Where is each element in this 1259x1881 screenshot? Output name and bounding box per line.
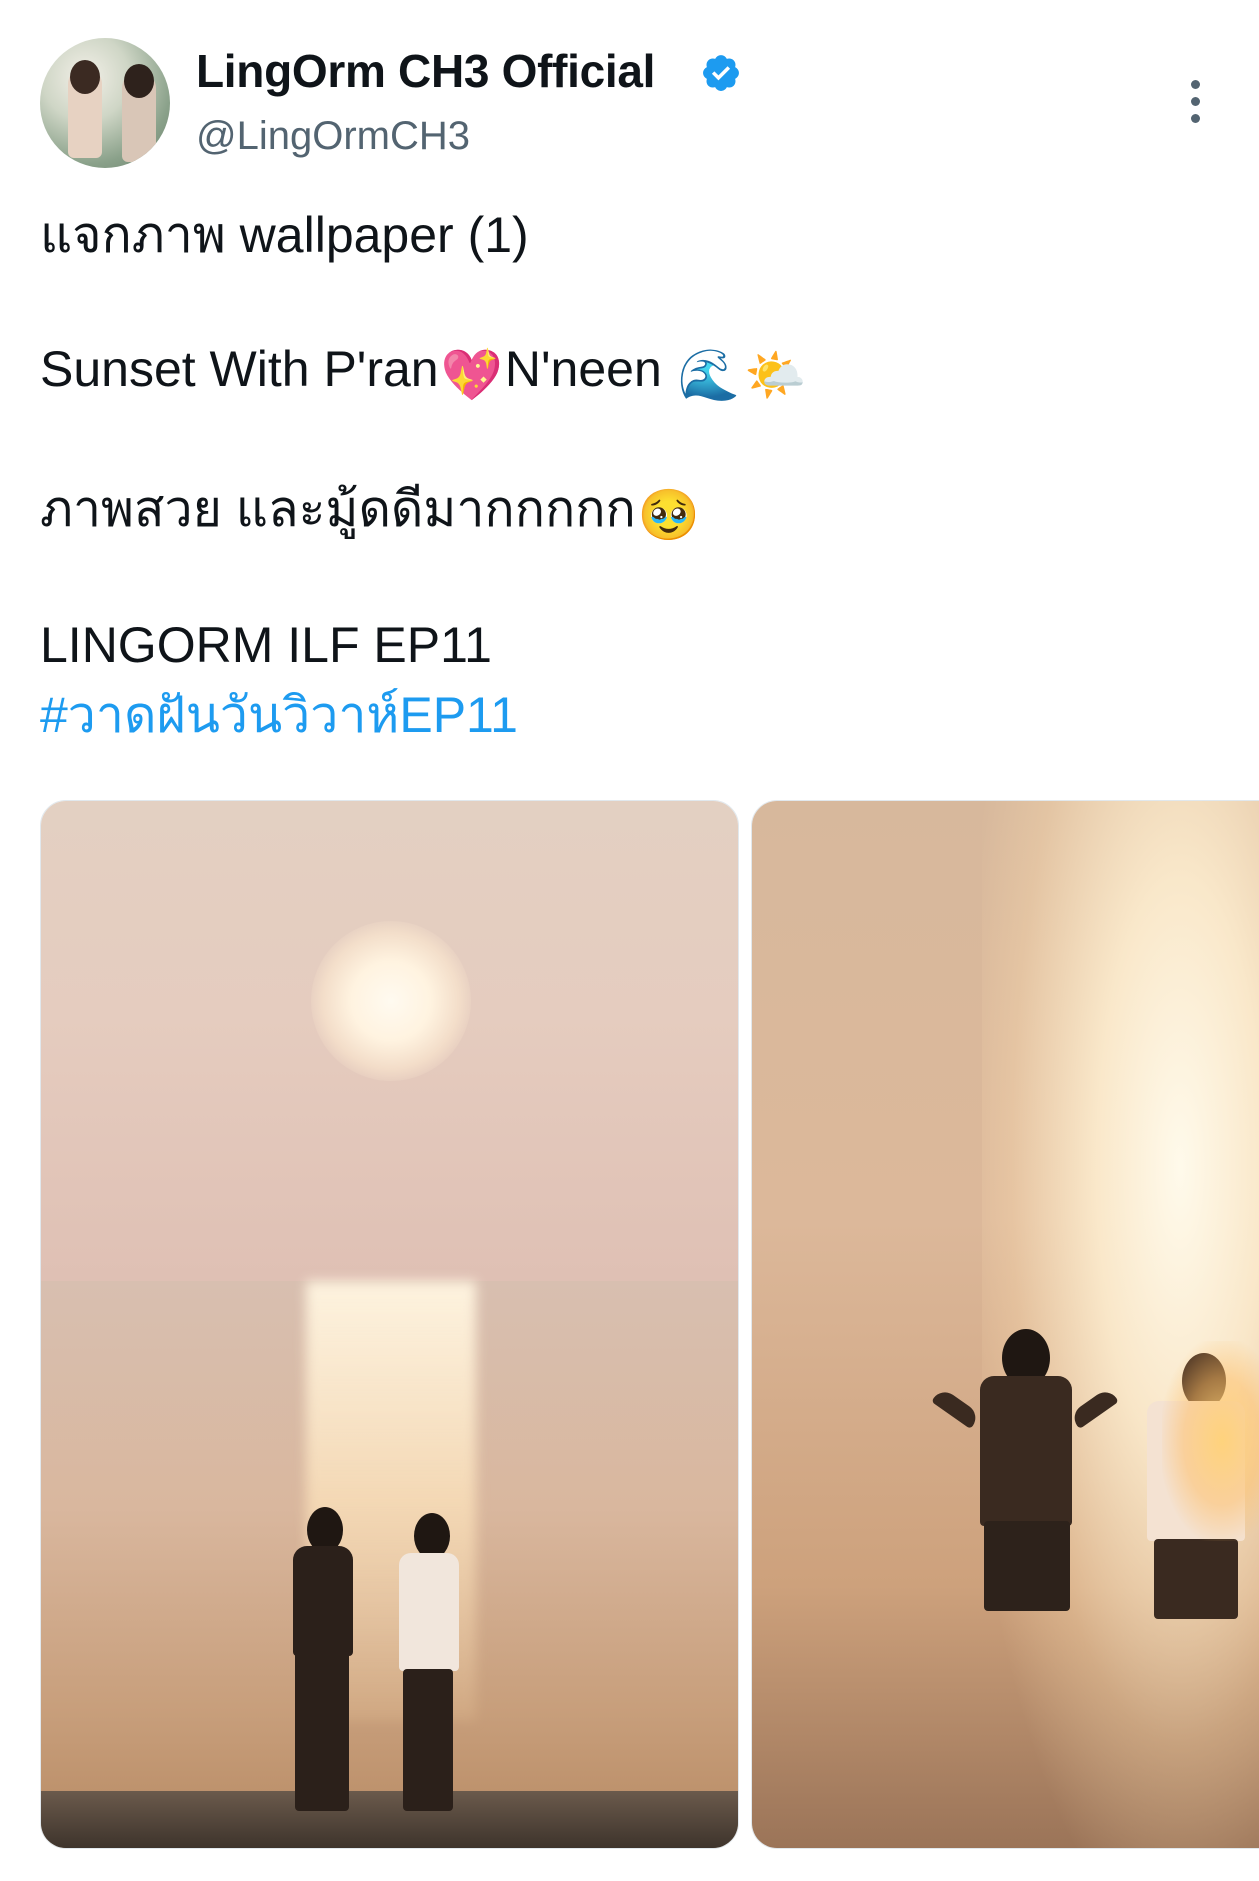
water-wave-emoji: 🌊 bbox=[677, 347, 740, 403]
verified-badge-icon bbox=[703, 55, 739, 91]
sun-behind-cloud-emoji: 🌤️ bbox=[743, 347, 807, 403]
sun-image bbox=[311, 921, 471, 1081]
tweet: LingOrm CH3 Official @LingOrmCH3 แจกภาพ … bbox=[0, 0, 1259, 1881]
holding-back-tears-emoji: 🥹 bbox=[637, 487, 701, 543]
avatar[interactable] bbox=[40, 38, 170, 168]
media-photo-1[interactable] bbox=[40, 800, 739, 1849]
hashtag-link[interactable]: #วาดฝันวันวิวาห์EP11 bbox=[40, 690, 518, 740]
more-vertical-icon bbox=[1191, 80, 1200, 89]
tweet-text-segment: N'neen bbox=[504, 341, 662, 397]
tweet-text-segment: ภาพสวย และมู้ดดีมากกกกก bbox=[40, 481, 636, 537]
display-name[interactable]: LingOrm CH3 Official bbox=[196, 44, 655, 98]
user-handle[interactable]: @LingOrmCH3 bbox=[196, 114, 470, 159]
tweet-text-line: ภาพสวย และมู้ดดีมากกกกก🥹 bbox=[40, 484, 702, 540]
tweet-text-line: Sunset With P'ran💖N'neen 🌊🌤️ bbox=[40, 344, 808, 400]
media-photo-2[interactable] bbox=[751, 800, 1259, 1849]
tweet-text-line: LINGORM ILF EP11 bbox=[40, 617, 492, 673]
tweet-text-line: แจกภาพ wallpaper (1) bbox=[40, 207, 529, 263]
tweet-text-segment: Sunset With P'ran bbox=[40, 341, 439, 397]
sparkling-heart-emoji: 💖 bbox=[440, 347, 503, 403]
more-options-button[interactable] bbox=[1180, 76, 1210, 128]
